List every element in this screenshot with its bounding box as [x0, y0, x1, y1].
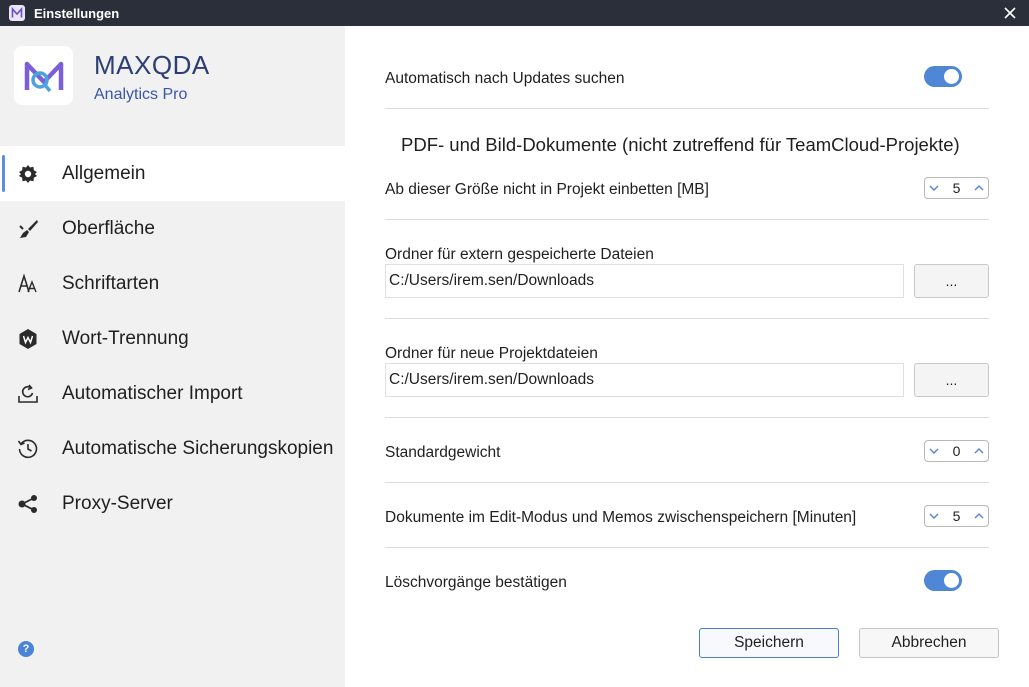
default-weight-value: 0	[952, 443, 961, 459]
divider	[385, 219, 989, 220]
autosave-label: Dokumente im Edit-Modus und Memos zwisch…	[385, 509, 857, 526]
toggle-knob	[944, 69, 959, 84]
project-folder-browse-button[interactable]: ...	[914, 363, 989, 397]
chevron-up-icon[interactable]	[970, 178, 988, 198]
sidebar-item-label: Proxy-Server	[62, 492, 173, 514]
sidebar-item-automatischer-import[interactable]: Automatischer Import	[0, 366, 345, 421]
confirm-delete-toggle[interactable]	[924, 570, 962, 591]
save-button[interactable]: Speichern	[699, 628, 839, 658]
sidebar-item-schriftarten[interactable]: Schriftarten	[0, 256, 345, 311]
settings-panel: Automatisch nach Updates suchen PDF- und…	[345, 26, 1029, 687]
project-folder-label: Ordner für neue Projektdateien	[385, 345, 598, 362]
toggle-knob	[944, 573, 959, 588]
cancel-button[interactable]: Abbrechen	[859, 628, 999, 658]
history-icon	[17, 438, 39, 460]
confirm-delete-label: Löschvorgänge bestätigen	[385, 574, 567, 591]
chevron-down-icon[interactable]	[925, 506, 943, 526]
default-weight-stepper[interactable]: 0	[924, 440, 989, 462]
divider	[385, 318, 989, 319]
sidebar-item-oberflaeche[interactable]: Oberfläche	[0, 201, 345, 256]
sidebar-item-label: Schriftarten	[62, 272, 160, 294]
auto-updates-label: Automatisch nach Updates suchen	[385, 70, 625, 87]
sidebar-item-label: Wort-Trennung	[62, 327, 189, 349]
sidebar: MAXQDA Analytics Pro Allgemein Oberfläch…	[0, 26, 345, 687]
sidebar-item-label: Allgemein	[62, 162, 146, 184]
sidebar-item-label: Automatische Sicherungskopien	[62, 437, 334, 459]
sidebar-item-allgemein[interactable]: Allgemein	[0, 146, 345, 201]
brand-edition: Analytics Pro	[94, 86, 188, 103]
share-icon	[17, 493, 39, 515]
sidebar-item-wort-trennung[interactable]: Wort-Trennung	[0, 311, 345, 366]
external-folder-browse-button[interactable]: ...	[914, 264, 989, 298]
font-icon	[17, 272, 39, 295]
brand-name: MAXQDA	[94, 50, 210, 80]
external-folder-input[interactable]: C:/Users/irem.sen/Downloads	[385, 264, 904, 298]
autosave-value: 5	[952, 508, 961, 524]
import-icon	[17, 383, 39, 405]
sidebar-nav: Allgemein Oberfläche Schriftarten Wort-T…	[0, 146, 345, 531]
project-folder-input[interactable]: C:/Users/irem.sen/Downloads	[385, 363, 904, 397]
embed-size-value: 5	[952, 180, 961, 196]
default-weight-label: Standardgewicht	[385, 444, 501, 461]
divider	[385, 417, 989, 418]
auto-updates-toggle[interactable]	[924, 66, 962, 87]
title-bar: Einstellungen	[0, 0, 1029, 26]
paint-brush-icon	[17, 218, 39, 240]
chevron-up-icon[interactable]	[970, 441, 988, 461]
divider	[385, 547, 989, 548]
embed-size-stepper[interactable]: 5	[924, 177, 989, 199]
external-folder-label: Ordner für extern gespeicherte Dateien	[385, 246, 654, 263]
section-title: PDF- und Bild-Dokumente (nicht zutreffen…	[401, 134, 960, 155]
maxqda-icon	[9, 5, 25, 21]
sidebar-item-proxy-server[interactable]: Proxy-Server	[0, 476, 345, 531]
sidebar-item-sicherungskopien[interactable]: Automatische Sicherungskopien	[0, 421, 345, 476]
window-title: Einstellungen	[34, 5, 120, 21]
divider	[385, 108, 989, 109]
gear-icon	[17, 163, 39, 185]
close-icon[interactable]	[999, 2, 1021, 24]
sidebar-item-label: Automatischer Import	[62, 382, 243, 404]
help-icon[interactable]: ?	[18, 641, 34, 657]
embed-size-label: Ab dieser Größe nicht in Projekt einbett…	[385, 181, 709, 198]
hyphenation-icon	[17, 328, 39, 350]
maxqda-logo-icon	[14, 46, 73, 105]
sidebar-item-label: Oberfläche	[62, 217, 155, 239]
chevron-down-icon[interactable]	[925, 178, 943, 198]
autosave-stepper[interactable]: 5	[924, 505, 989, 527]
chevron-up-icon[interactable]	[970, 506, 988, 526]
divider	[385, 482, 989, 483]
chevron-down-icon[interactable]	[925, 441, 943, 461]
brand: MAXQDA Analytics Pro	[14, 46, 209, 105]
